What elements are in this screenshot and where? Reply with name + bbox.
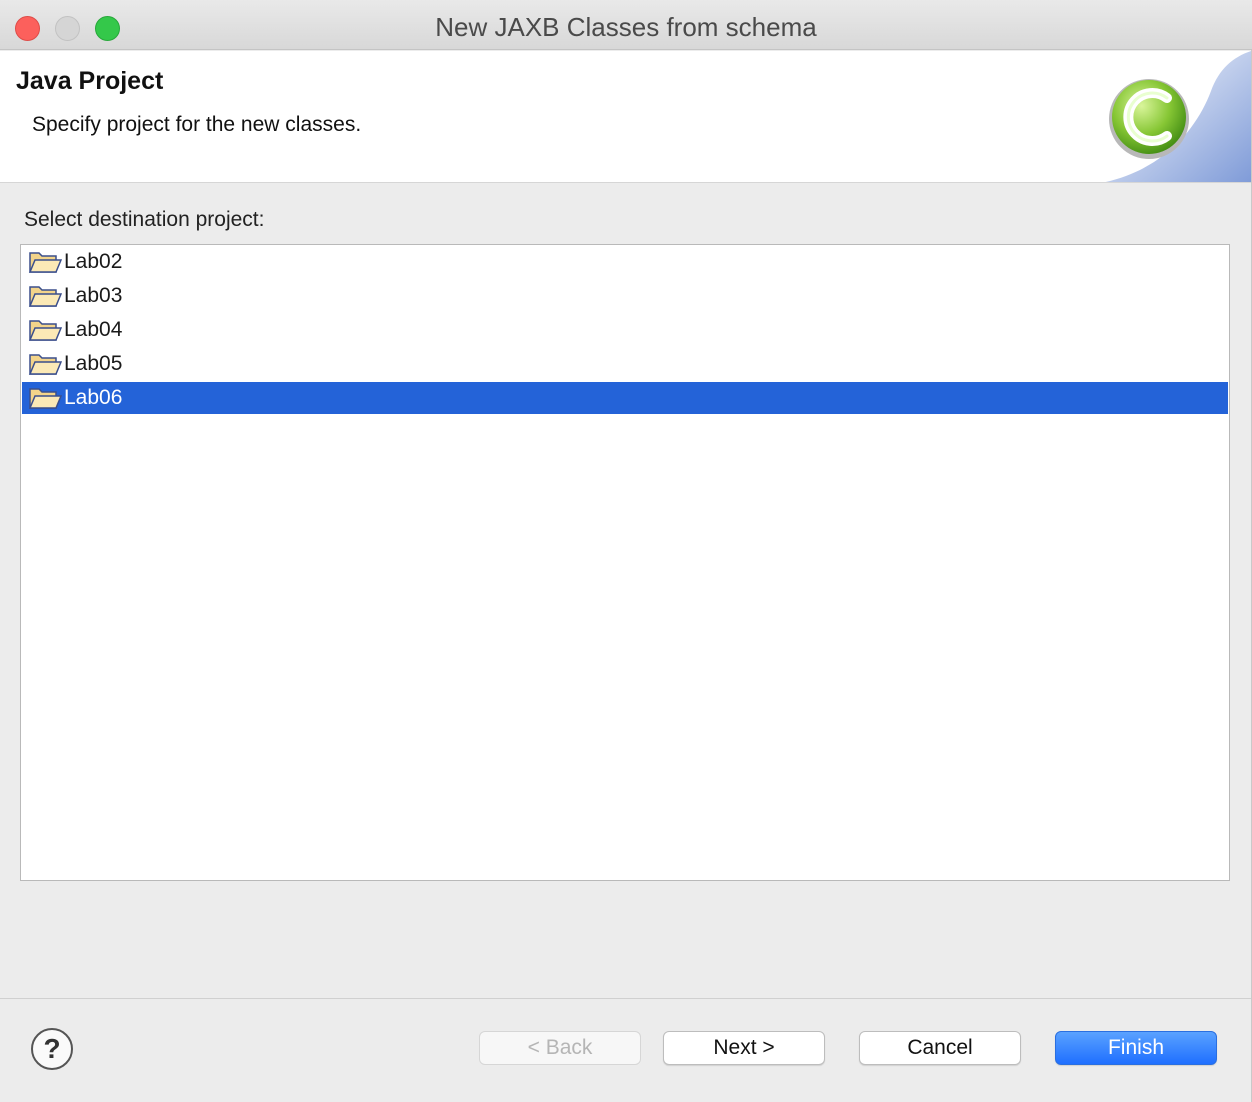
back-button[interactable]: < Back	[479, 1031, 641, 1065]
button-bar: ? < Back Next > Cancel Finish	[0, 998, 1251, 1102]
help-button[interactable]: ?	[31, 1028, 73, 1070]
wizard-content: Select destination project: Lab02 Lab03	[0, 184, 1251, 998]
project-list[interactable]: Lab02 Lab03 Lab04 Lab05 Lab06	[20, 244, 1230, 881]
wizard-banner: Java Project Specify project for the new…	[0, 51, 1251, 183]
project-item-label: Lab02	[64, 250, 123, 273]
jaxb-class-c-icon	[1105, 51, 1251, 182]
dialog-window: New JAXB Classes from schema Java Projec…	[0, 0, 1252, 1102]
finish-button[interactable]: Finish	[1055, 1031, 1217, 1065]
question-mark-icon: ?	[43, 1033, 61, 1064]
project-item-lab05[interactable]: Lab05	[22, 348, 1228, 380]
project-item-label: Lab05	[64, 352, 123, 375]
project-item-lab06[interactable]: Lab06	[22, 382, 1228, 414]
open-folder-icon	[28, 320, 62, 341]
project-item-lab04[interactable]: Lab04	[22, 314, 1228, 346]
destination-project-label: Select destination project:	[24, 208, 265, 231]
project-item-lab02[interactable]: Lab02	[22, 246, 1228, 278]
page-title: Java Project	[16, 67, 164, 95]
title-bar: New JAXB Classes from schema	[0, 0, 1252, 50]
open-folder-icon	[28, 388, 62, 409]
open-folder-icon	[28, 286, 62, 307]
project-item-label: Lab04	[64, 318, 123, 341]
page-description: Specify project for the new classes.	[32, 113, 362, 136]
window-title: New JAXB Classes from schema	[435, 12, 817, 42]
cancel-button[interactable]: Cancel	[859, 1031, 1021, 1065]
open-folder-icon	[28, 354, 62, 375]
open-folder-icon	[28, 252, 62, 273]
project-item-label: Lab06	[64, 386, 123, 409]
project-item-lab03[interactable]: Lab03	[22, 280, 1228, 312]
project-item-label: Lab03	[64, 284, 123, 307]
next-button[interactable]: Next >	[663, 1031, 825, 1065]
